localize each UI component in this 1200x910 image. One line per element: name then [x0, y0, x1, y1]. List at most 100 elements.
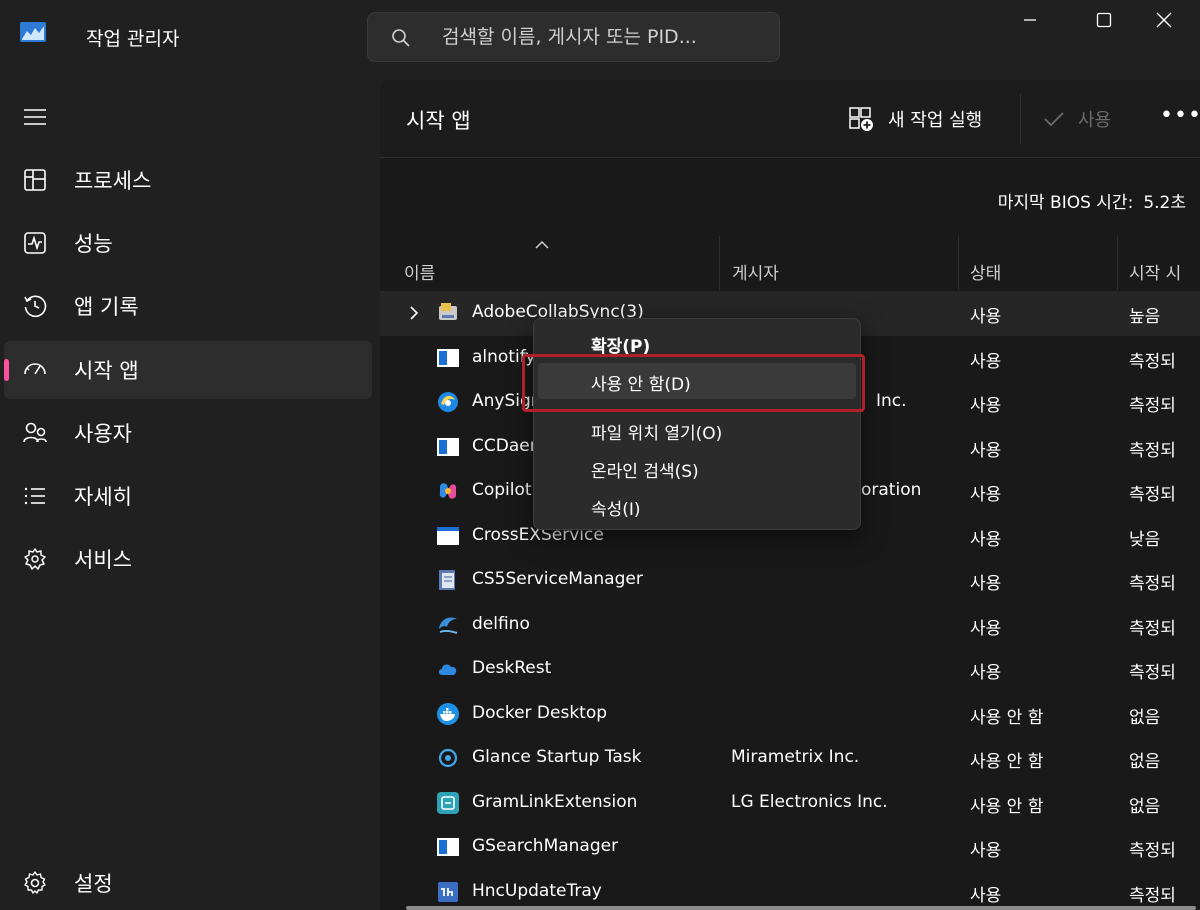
- app-window-icon: [437, 348, 459, 367]
- search-box[interactable]: [367, 12, 780, 62]
- minimize-icon: [1024, 19, 1036, 21]
- more-options-button[interactable]: •••: [1160, 105, 1200, 132]
- performance-icon: [24, 232, 46, 254]
- column-header-startup-impact[interactable]: 시작 시: [1118, 235, 1200, 291]
- app-impact: 낮음: [1129, 529, 1161, 550]
- app-window-icon: [437, 838, 459, 856]
- checkmark-icon: [1044, 112, 1064, 127]
- app-impact: 측정되: [1129, 841, 1176, 861]
- sidebar: 프로세스 성능 앱 기록 시작 앱 사용자 자세히 서비스 설정: [0, 78, 380, 910]
- context-menu: 확장(P) 사용 안 함(D) 파일 위치 열기(O) 온라인 검색(S) 속성…: [533, 318, 861, 530]
- app-name: delfino: [472, 613, 530, 634]
- close-icon: [1156, 12, 1172, 28]
- app-impact: 없음: [1129, 752, 1161, 772]
- app-status: 사용: [970, 663, 1002, 683]
- toolbar-divider: [1020, 94, 1021, 144]
- run-task-icon: [849, 107, 873, 131]
- app-impact: 없음: [1129, 796, 1161, 817]
- app-name: DeskRest: [472, 658, 552, 678]
- app-publisher: Inc.: [876, 391, 907, 411]
- context-menu-properties[interactable]: 속성(I): [538, 488, 856, 524]
- column-header-name[interactable]: 이름: [380, 235, 720, 291]
- context-menu-search-online[interactable]: 온라인 검색(S): [538, 450, 856, 486]
- app-impact: 측정되: [1129, 351, 1176, 372]
- table-row[interactable]: DeskRest 사용 측정되: [380, 647, 1200, 692]
- app-status: 사용: [970, 618, 1002, 639]
- app-impact: 측정되: [1129, 574, 1176, 594]
- bios-label: 마지막 BIOS 시간:: [997, 193, 1134, 213]
- app-publisher: LG Electronics Inc.: [731, 791, 888, 812]
- minimize-button[interactable]: [994, 0, 1066, 40]
- table-row[interactable]: HncUpdateTray 사용 측정되: [380, 870, 1200, 910]
- app-status: 사용: [970, 351, 1002, 372]
- sidebar-item-details[interactable]: 자세히: [4, 467, 372, 525]
- horizontal-scrollbar[interactable]: [406, 906, 1196, 910]
- sidebar-item-services[interactable]: 서비스: [4, 530, 372, 588]
- history-icon: [24, 295, 47, 318]
- app-status: 사용: [970, 885, 1002, 906]
- enable-button[interactable]: 사용: [1042, 102, 1111, 136]
- copilot-icon: [439, 483, 457, 499]
- app-status: 사용 안 함: [970, 796, 1044, 817]
- chevron-right-icon[interactable]: [408, 305, 420, 321]
- app-window-icon: [437, 437, 459, 456]
- table-row[interactable]: GramLinkExtension LG Electronics Inc. 사용…: [380, 781, 1200, 826]
- app-status: 사용: [970, 529, 1002, 550]
- app-name: CS5ServiceManager: [472, 569, 643, 589]
- sidebar-item-label: 설정: [74, 872, 113, 896]
- app-window-icon: [437, 526, 459, 545]
- cloud-icon: [439, 664, 457, 675]
- column-header-publisher[interactable]: 게시자: [720, 235, 958, 291]
- sidebar-item-processes[interactable]: 프로세스: [4, 151, 372, 209]
- app-name: Glance Startup Task: [472, 747, 642, 767]
- table-row[interactable]: CS5ServiceManager 사용 측정되: [380, 558, 1200, 603]
- close-button[interactable]: [1128, 0, 1200, 40]
- app-status: 사용: [970, 396, 1002, 416]
- app-name: GramLinkExtension: [472, 791, 638, 812]
- app-impact: 측정되: [1129, 485, 1176, 505]
- run-new-task-button[interactable]: 새 작업 실행: [848, 102, 982, 136]
- app-publisher: oration: [861, 480, 922, 500]
- table-row[interactable]: delfino 사용 측정되: [380, 603, 1200, 648]
- app-status: 사용: [970, 841, 1002, 861]
- app-impact: 측정되: [1129, 618, 1176, 639]
- sidebar-item-performance[interactable]: 성능: [4, 214, 372, 272]
- startup-icon: [24, 363, 46, 375]
- sidebar-item-label: 서비스: [74, 548, 132, 572]
- sidebar-item-label: 사용자: [74, 422, 132, 446]
- adobe-collab-sync-icon: [439, 303, 457, 320]
- sidebar-item-users[interactable]: 사용자: [4, 404, 372, 462]
- sidebar-item-label: 시작 앱: [74, 359, 139, 383]
- table-row[interactable]: GSearchManager 사용 측정되: [380, 825, 1200, 870]
- table-row[interactable]: Docker Desktop 사용 안 함 없음: [380, 692, 1200, 737]
- anysign-icon: [438, 392, 458, 412]
- hamburger-icon: [24, 109, 46, 125]
- sidebar-item-label: 프로세스: [74, 169, 152, 193]
- docker-icon: [437, 702, 459, 725]
- glance-icon: [438, 748, 458, 768]
- app-status: 사용: [970, 440, 1002, 461]
- enable-label: 사용: [1078, 110, 1112, 131]
- app-impact: 측정되: [1129, 885, 1176, 906]
- app-impact: 측정되: [1129, 396, 1176, 416]
- search-input[interactable]: [442, 23, 772, 51]
- bios-time: 마지막 BIOS 시간: 5.2초: [998, 188, 1186, 213]
- hamburger-menu-button[interactable]: [4, 88, 372, 146]
- app-status: 사용 안 함: [970, 707, 1044, 728]
- services-icon: [24, 548, 46, 570]
- app-name: HncUpdateTray: [472, 880, 602, 901]
- app-name: GSearchManager: [472, 836, 619, 856]
- table-row[interactable]: Glance Startup Task Mirametrix Inc. 사용 안…: [380, 736, 1200, 781]
- gear-icon: [24, 871, 46, 894]
- gram-link-icon: [437, 791, 459, 814]
- sidebar-item-startup-apps[interactable]: 시작 앱: [4, 341, 372, 399]
- column-header-status[interactable]: 상태: [959, 235, 1117, 291]
- app-status: 사용 안 함: [970, 752, 1044, 772]
- context-menu-open-file-location[interactable]: 파일 위치 열기(O): [538, 412, 856, 448]
- hnc-update-icon: [438, 881, 458, 902]
- app-impact: 높음: [1129, 307, 1161, 327]
- sidebar-item-settings[interactable]: 설정: [4, 854, 372, 910]
- app-name: Docker Desktop: [472, 702, 608, 723]
- sidebar-item-app-history[interactable]: 앱 기록: [4, 277, 372, 335]
- app-name: Copilot: [472, 480, 532, 500]
